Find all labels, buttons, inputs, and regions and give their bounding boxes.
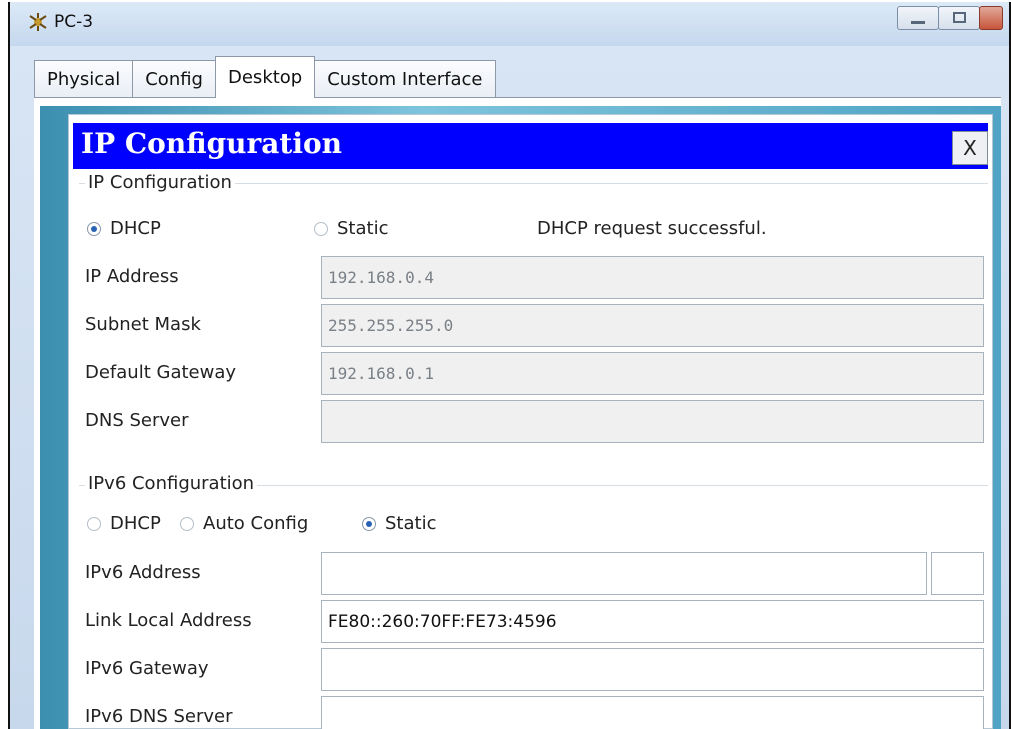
desktop-tab-body: IP Configuration X IP Configuration DHCP… <box>34 97 1001 729</box>
maximize-icon <box>953 12 966 23</box>
ipv6-static-option[interactable]: Static <box>362 513 436 534</box>
ipv6-auto-config-option[interactable]: Auto Config <box>180 513 308 534</box>
window-frame: PC-3 Physical Config Desktop Custom Inte… <box>8 2 1011 729</box>
close-panel-button[interactable]: X <box>952 131 988 165</box>
panel-header: IP Configuration X <box>73 123 988 169</box>
ipv6-group-label: IPv6 Configuration <box>85 473 258 494</box>
ipv6-gateway-field[interactable] <box>321 648 984 691</box>
window-title: PC-3 <box>54 12 94 32</box>
minimize-icon <box>911 21 925 24</box>
dns-server-label: DNS Server <box>85 410 189 431</box>
radio-unchecked-icon <box>314 221 328 236</box>
ipv6-gateway-label: IPv6 Gateway <box>85 658 209 679</box>
ipv4-group-label: IP Configuration <box>85 172 235 193</box>
ipv4-dhcp-label: DHCP <box>110 218 161 239</box>
radio-unchecked-icon <box>180 516 194 531</box>
ipv6-dhcp-label: DHCP <box>110 513 161 534</box>
close-window-button[interactable] <box>979 6 1003 30</box>
ipv6-address-field[interactable] <box>321 552 927 595</box>
ipv6-static-label: Static <box>385 513 437 534</box>
default-gateway-label: Default Gateway <box>85 362 237 383</box>
packet-tracer-pc-icon <box>28 12 48 32</box>
tab-custom-interface[interactable]: Custom Interface <box>314 60 496 98</box>
tab-physical[interactable]: Physical <box>34 60 134 98</box>
minimize-button[interactable] <box>897 6 939 30</box>
link-local-address-label: Link Local Address <box>85 610 252 631</box>
subnet-mask-label: Subnet Mask <box>85 314 201 335</box>
maximize-button[interactable] <box>938 6 980 30</box>
ipv6-address-label: IPv6 Address <box>85 562 201 583</box>
default-gateway-field[interactable]: 192.168.0.1 <box>321 352 984 395</box>
dns-server-field[interactable] <box>321 400 984 443</box>
ipv6-prefix-field[interactable] <box>931 552 984 595</box>
subnet-mask-field[interactable]: 255.255.255.0 <box>321 304 984 347</box>
tab-strip: Physical Config Desktop Custom Interface <box>34 56 496 98</box>
panel-title: IP Configuration <box>81 127 343 160</box>
ipv4-static-label: Static <box>337 218 389 239</box>
ipv6-dns-server-field[interactable] <box>321 696 984 729</box>
ipv4-dhcp-option[interactable]: DHCP <box>87 218 161 239</box>
dhcp-status-text: DHCP request successful. <box>537 218 767 239</box>
tab-config[interactable]: Config <box>132 60 216 98</box>
ipv4-static-option[interactable]: Static <box>314 218 388 239</box>
radio-unchecked-icon <box>87 516 101 531</box>
tab-desktop[interactable]: Desktop <box>215 56 316 98</box>
window-controls <box>897 6 1003 30</box>
title-bar[interactable]: PC-3 <box>10 2 1009 46</box>
ipv6-auto-config-label: Auto Config <box>203 513 309 534</box>
ipv6-dns-server-label: IPv6 DNS Server <box>85 706 233 727</box>
ipv6-dhcp-option[interactable]: DHCP <box>87 513 161 534</box>
ip-address-field[interactable]: 192.168.0.4 <box>321 256 984 299</box>
link-local-address-field[interactable]: FE80::260:70FF:FE73:4596 <box>321 600 984 643</box>
radio-checked-icon <box>87 221 101 236</box>
radio-checked-icon <box>362 516 376 531</box>
ip-configuration-panel: IP Configuration X IP Configuration DHCP… <box>68 114 993 729</box>
ip-address-label: IP Address <box>85 266 179 287</box>
